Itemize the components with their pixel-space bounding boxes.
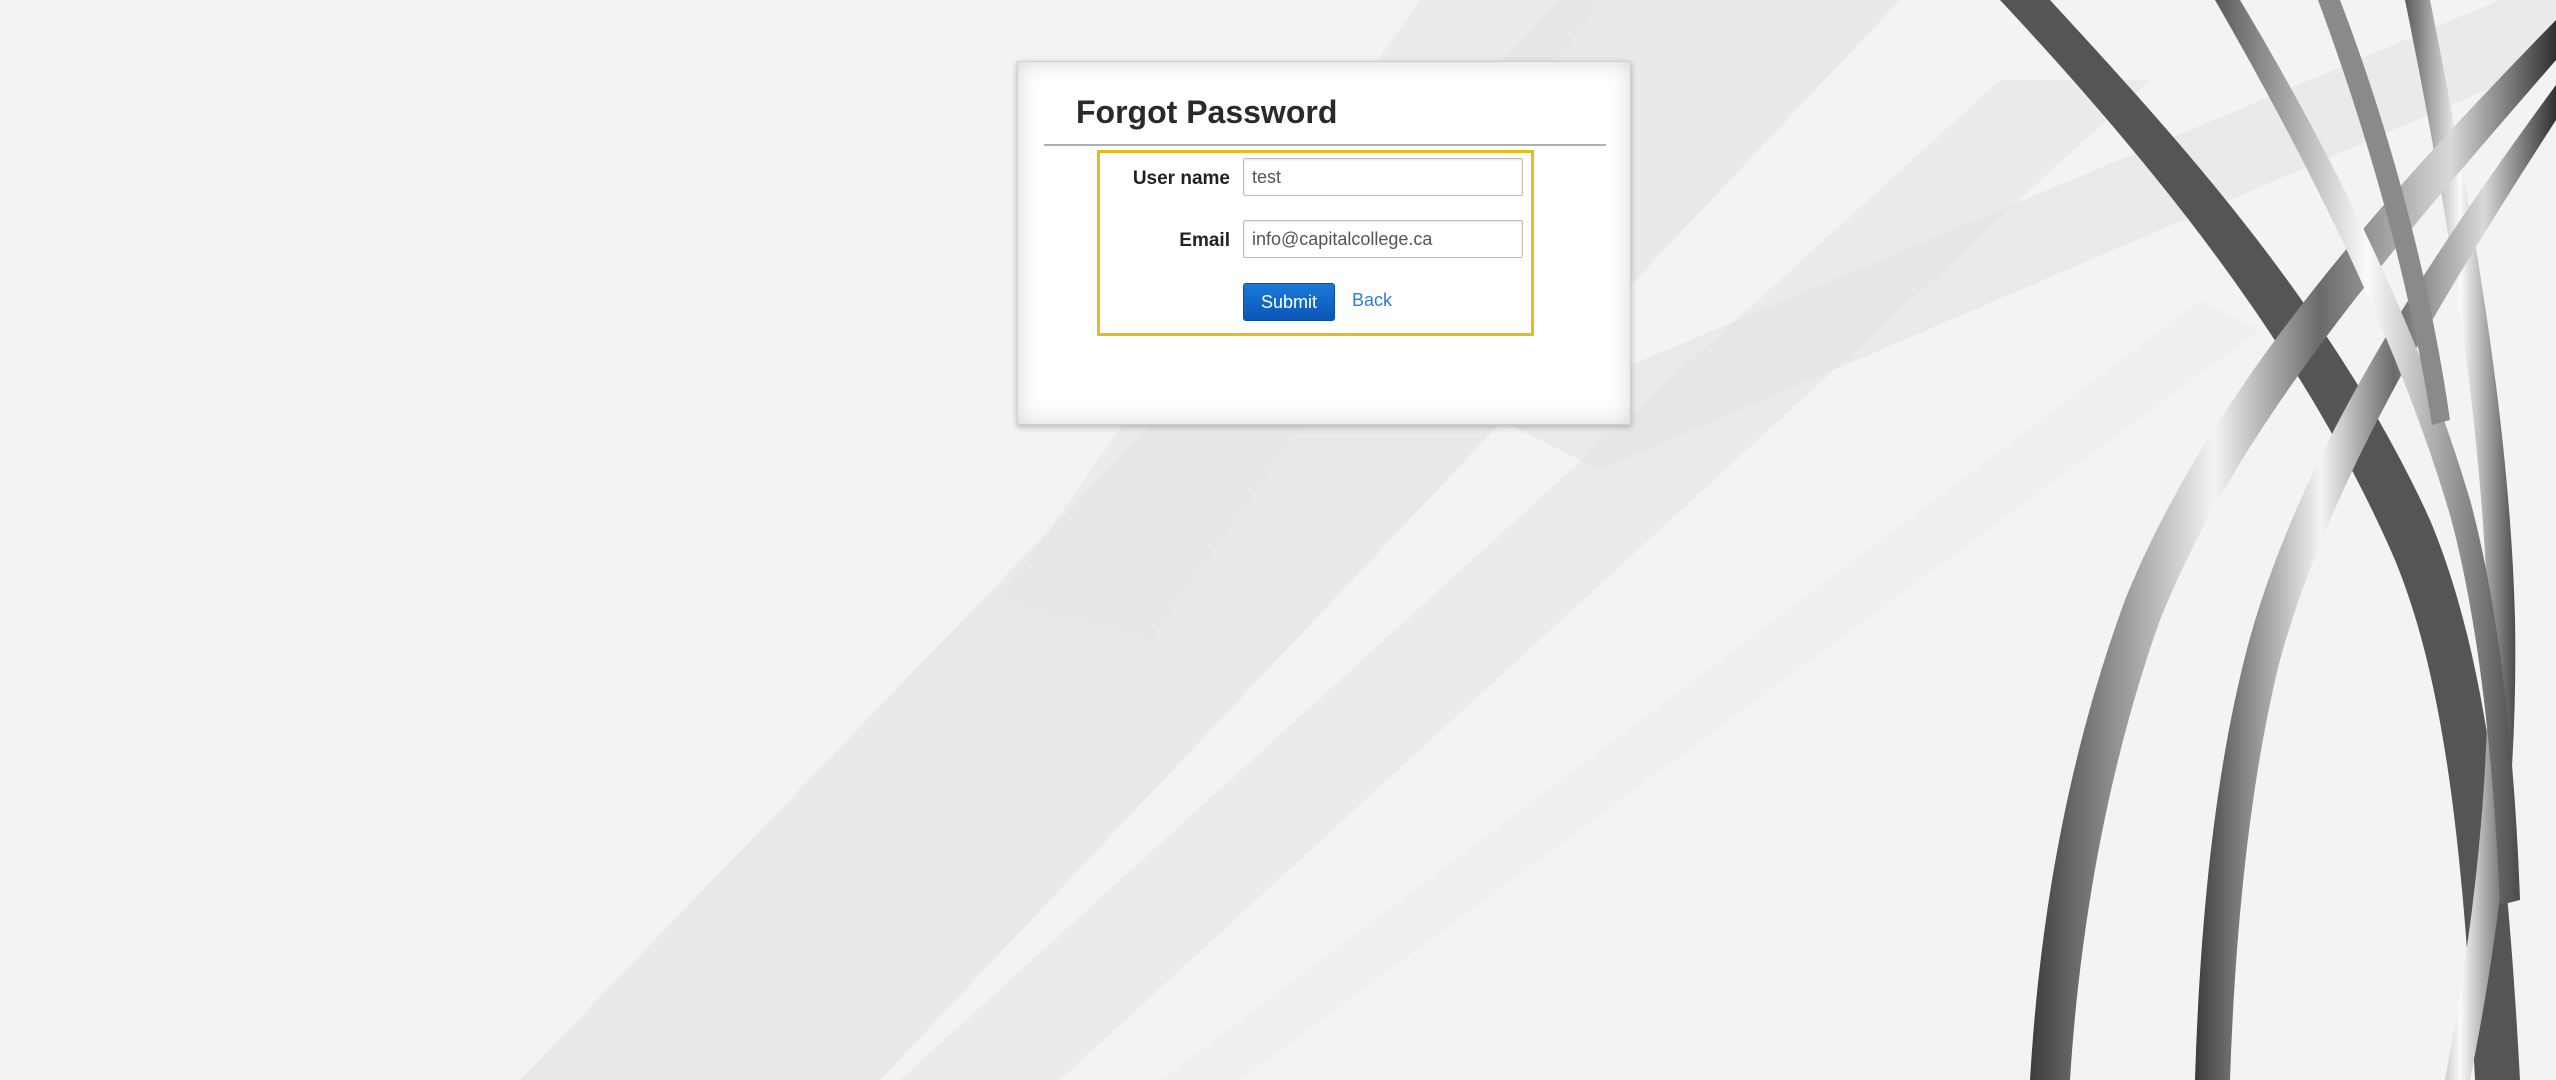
title-divider (1044, 144, 1606, 146)
forgot-password-form: User name Email Submit Back (1097, 150, 1534, 336)
forgot-password-card: Forgot Password User name Email Submit B… (1017, 61, 1631, 425)
page-background: Forgot Password User name Email Submit B… (0, 0, 2556, 1080)
email-input[interactable] (1243, 220, 1523, 258)
back-link[interactable]: Back (1352, 290, 1392, 311)
submit-button[interactable]: Submit (1243, 283, 1335, 321)
username-label: User name (1132, 168, 1230, 189)
email-label: Email (1179, 230, 1230, 251)
page-title: Forgot Password (1076, 94, 1338, 130)
username-input[interactable] (1243, 158, 1523, 196)
